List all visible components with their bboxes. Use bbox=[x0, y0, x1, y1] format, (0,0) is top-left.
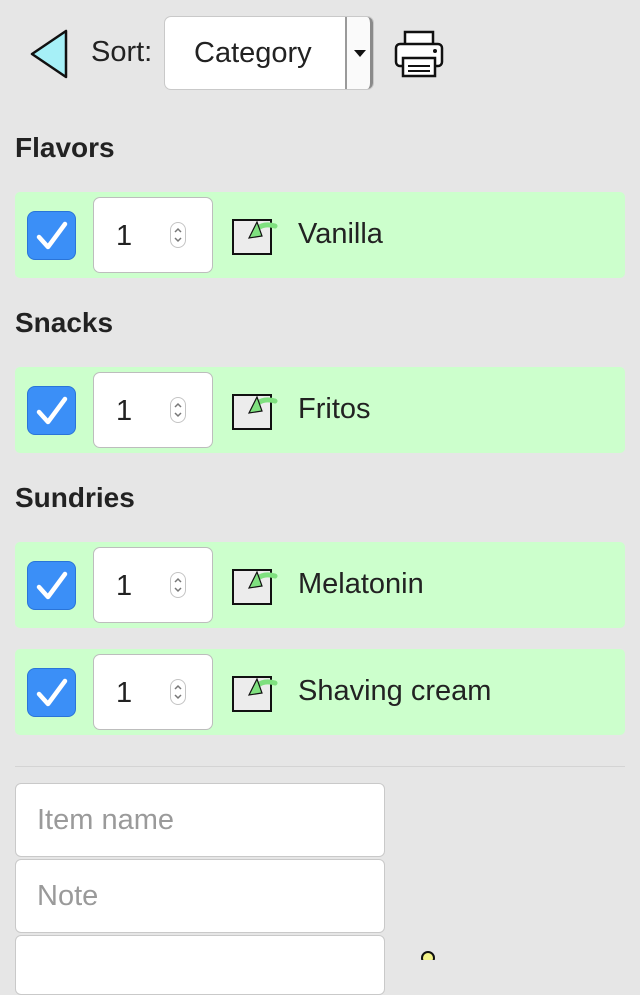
item-name[interactable]: Fritos bbox=[298, 393, 371, 426]
chevron-down-icon bbox=[354, 50, 366, 57]
back-button[interactable] bbox=[28, 28, 70, 80]
quantity-stepper[interactable]: 1 bbox=[93, 547, 213, 623]
quantity-value: 1 bbox=[116, 395, 133, 427]
sort-label: Sort: bbox=[91, 36, 153, 68]
move-arrow-icon bbox=[232, 676, 278, 712]
item-name[interactable]: Melatonin bbox=[298, 568, 424, 601]
printer-icon bbox=[394, 30, 444, 78]
item-name[interactable]: Vanilla bbox=[298, 218, 383, 251]
back-triangle-icon bbox=[30, 29, 68, 79]
move-item-button[interactable] bbox=[231, 389, 279, 431]
item-name[interactable]: Shaving cream bbox=[298, 675, 491, 708]
category-heading: Flavors bbox=[15, 132, 115, 163]
sort-value: Category bbox=[194, 37, 312, 69]
print-button[interactable] bbox=[393, 30, 445, 80]
move-item-button[interactable] bbox=[231, 671, 279, 713]
quantity-value: 1 bbox=[116, 570, 133, 602]
list-item: 1 Melatonin bbox=[15, 542, 625, 628]
item-checkbox[interactable] bbox=[27, 561, 76, 610]
spinner-icon[interactable] bbox=[170, 222, 186, 248]
list-item: 1 Fritos bbox=[15, 367, 625, 453]
spinner-icon[interactable] bbox=[170, 572, 186, 598]
note-input[interactable] bbox=[15, 859, 385, 933]
divider bbox=[15, 766, 625, 767]
partial-icon bbox=[421, 951, 435, 960]
move-item-button[interactable] bbox=[231, 564, 279, 606]
checkmark-icon bbox=[36, 678, 68, 707]
sort-select[interactable]: Category bbox=[164, 16, 374, 90]
quantity-value: 1 bbox=[116, 677, 133, 709]
quantity-stepper[interactable]: 1 bbox=[93, 197, 213, 273]
quantity-value: 1 bbox=[116, 220, 133, 252]
item-name-input[interactable] bbox=[15, 783, 385, 857]
dropdown-arrow[interactable] bbox=[345, 17, 373, 89]
list-item: 1 Shaving cream bbox=[15, 649, 625, 735]
spinner-icon[interactable] bbox=[170, 397, 186, 423]
category-heading: Snacks bbox=[15, 307, 114, 338]
item-checkbox[interactable] bbox=[27, 668, 76, 717]
quantity-stepper[interactable]: 1 bbox=[93, 654, 213, 730]
list-item: 1 Vanilla bbox=[15, 192, 625, 278]
spinner-icon[interactable] bbox=[170, 679, 186, 705]
third-input[interactable] bbox=[15, 935, 385, 995]
move-item-button[interactable] bbox=[231, 214, 279, 256]
checkmark-icon bbox=[36, 571, 68, 600]
item-checkbox[interactable] bbox=[27, 386, 76, 435]
move-arrow-icon bbox=[232, 219, 278, 255]
checkmark-icon bbox=[36, 396, 68, 425]
quantity-stepper[interactable]: 1 bbox=[93, 372, 213, 448]
move-arrow-icon bbox=[232, 394, 278, 430]
category-heading: Sundries bbox=[15, 482, 135, 513]
toolbar: Sort: Category bbox=[0, 0, 640, 110]
item-checkbox[interactable] bbox=[27, 211, 76, 260]
checkmark-icon bbox=[36, 221, 68, 250]
move-arrow-icon bbox=[232, 569, 278, 605]
